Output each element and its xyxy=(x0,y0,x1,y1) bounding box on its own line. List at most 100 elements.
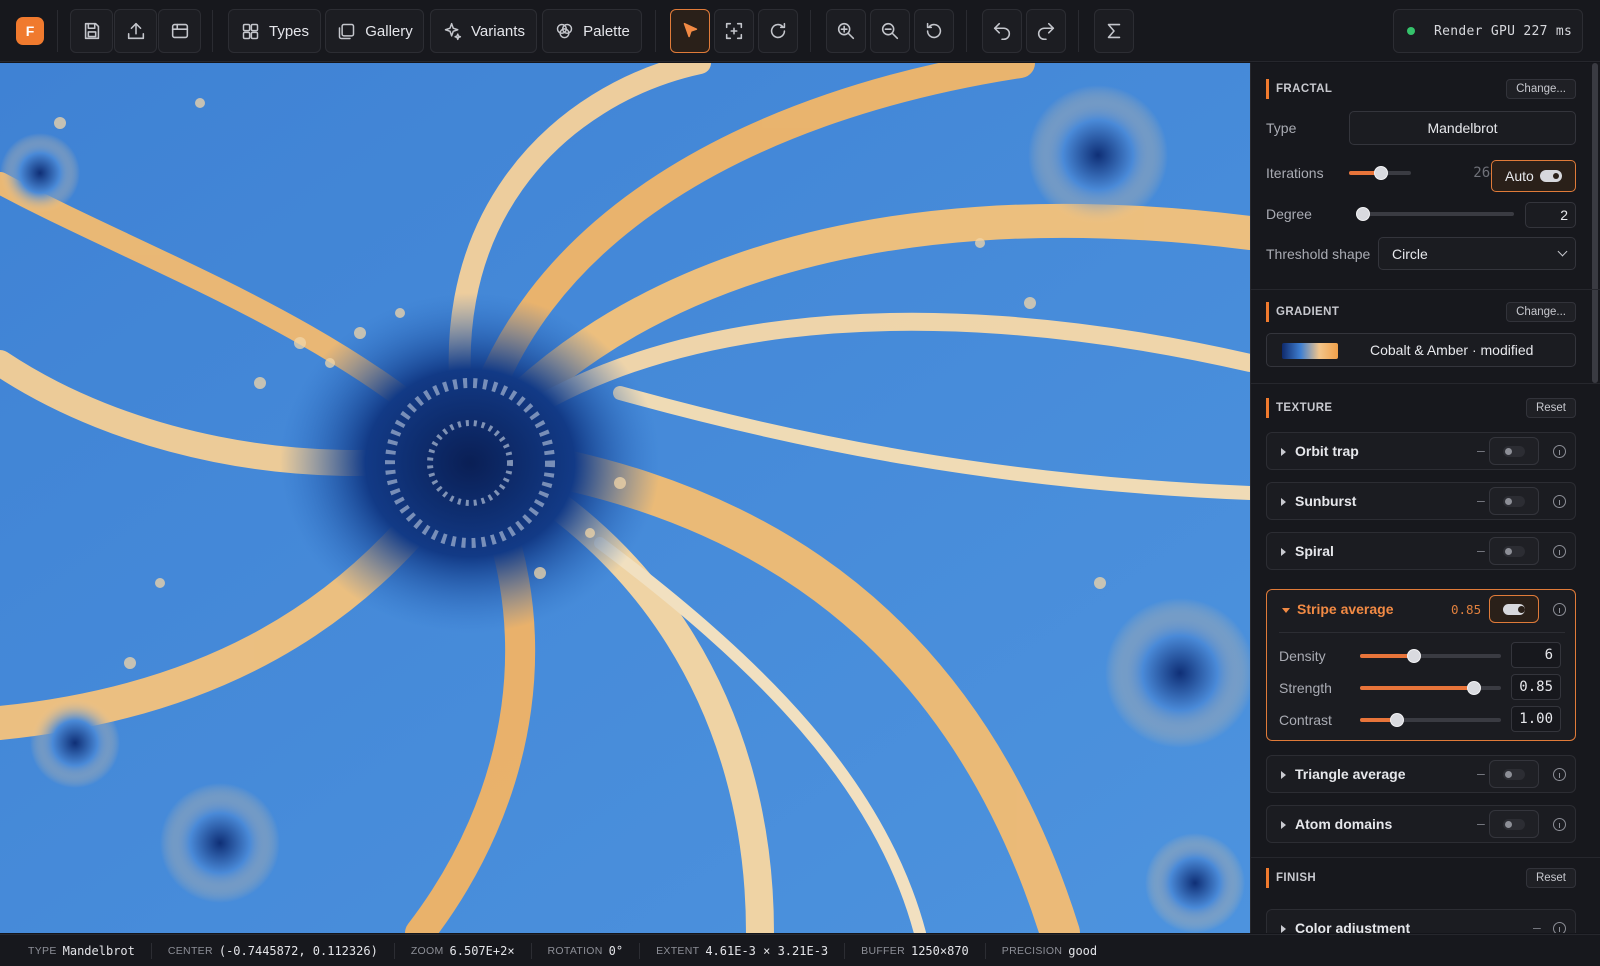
cursor-icon xyxy=(683,22,698,38)
density-slider-knob[interactable] xyxy=(1407,649,1421,663)
refresh-button[interactable] xyxy=(758,9,798,53)
iterations-slider-knob[interactable] xyxy=(1374,166,1388,180)
save-button[interactable] xyxy=(70,9,113,53)
density-input[interactable]: 6 xyxy=(1511,642,1561,668)
texture-item-sunburst[interactable]: Sunburst – xyxy=(1266,482,1576,520)
panel-scrollbar[interactable] xyxy=(1592,63,1598,383)
texture-item-value: – xyxy=(1477,542,1485,558)
degree-label: Degree xyxy=(1266,206,1312,222)
degree-value: 2 xyxy=(1560,207,1568,223)
degree-input[interactable]: 2 xyxy=(1525,202,1576,228)
strength-slider-knob[interactable] xyxy=(1467,681,1481,695)
density-label: Density xyxy=(1279,648,1326,664)
degree-slider-knob[interactable] xyxy=(1356,207,1370,221)
reset-view-button[interactable] xyxy=(914,9,954,53)
info-icon[interactable] xyxy=(1553,545,1566,558)
threshold-shape-label: Threshold shape xyxy=(1266,246,1371,262)
zoom-out-button[interactable] xyxy=(870,9,910,53)
section-divider xyxy=(1251,857,1600,858)
palette-icon xyxy=(556,23,573,38)
gradient-selector[interactable]: Cobalt & Amber · modified xyxy=(1266,333,1576,367)
texture-item-triangle-average[interactable]: Triangle average – xyxy=(1266,755,1576,793)
degree-slider[interactable] xyxy=(1356,207,1514,221)
toolbar-divider xyxy=(810,10,811,52)
gallery-button[interactable]: Gallery xyxy=(325,9,424,53)
undo-button[interactable] xyxy=(982,9,1022,53)
strength-input[interactable]: 0.85 xyxy=(1511,674,1561,700)
info-icon[interactable] xyxy=(1553,603,1566,616)
texture-item-atom-domains[interactable]: Atom domains – xyxy=(1266,805,1576,843)
rotate-ccw-icon xyxy=(926,22,942,39)
contrast-input[interactable]: 1.00 xyxy=(1511,706,1561,732)
strength-slider[interactable] xyxy=(1360,681,1501,695)
palette-button[interactable]: Palette xyxy=(542,9,642,53)
texture-item-orbit-trap[interactable]: Orbit trap – xyxy=(1266,432,1576,470)
stripe-average-value: 0.85 xyxy=(1451,602,1482,617)
type-select[interactable]: Mandelbrot xyxy=(1349,111,1576,145)
info-icon[interactable] xyxy=(1553,445,1566,458)
status-value: good xyxy=(1068,943,1098,958)
info-icon[interactable] xyxy=(1553,922,1566,933)
caret-right-icon xyxy=(1281,448,1286,456)
status-key: PRECISION xyxy=(1001,944,1063,957)
gradient-change-button[interactable]: Change... xyxy=(1506,302,1576,322)
formula-button[interactable] xyxy=(1094,9,1134,53)
status-value: 6.507E+2× xyxy=(449,943,515,958)
toolbar: F Types Gallery Variants Palette Render … xyxy=(0,0,1600,62)
contrast-slider[interactable] xyxy=(1360,713,1501,727)
finish-section-header: FINISH Reset xyxy=(1266,867,1576,889)
upload-icon xyxy=(127,22,144,40)
export-button[interactable] xyxy=(114,9,157,53)
finish-reset-button[interactable]: Reset xyxy=(1525,868,1576,888)
toolbar-divider xyxy=(1078,10,1079,52)
finish-item-color-adjustment[interactable]: Color adjustment – xyxy=(1266,909,1576,933)
redo-icon xyxy=(1037,22,1055,41)
caret-right-icon xyxy=(1281,548,1286,556)
info-icon[interactable] xyxy=(1553,495,1566,508)
sigma-icon xyxy=(1107,23,1121,39)
texture-item-spiral[interactable]: Spiral – xyxy=(1266,532,1576,570)
zoom-region-button[interactable] xyxy=(714,9,754,53)
type-value: Mandelbrot xyxy=(1427,120,1498,136)
properties-panel: FRACTAL Change... Type Mandelbrot Iterat… xyxy=(1250,63,1600,933)
finish-item-value: – xyxy=(1533,919,1541,933)
info-icon[interactable] xyxy=(1553,768,1566,781)
status-value: Mandelbrot xyxy=(62,943,135,958)
select-tool-button[interactable] xyxy=(670,9,710,53)
stripe-average-toggle[interactable] xyxy=(1489,595,1539,623)
info-icon[interactable] xyxy=(1553,818,1566,831)
texture-reset-button[interactable]: Reset xyxy=(1525,398,1576,418)
types-label: Types xyxy=(268,22,310,40)
status-value: 1250×870 xyxy=(910,943,969,958)
fractal-change-button[interactable]: Change... xyxy=(1506,79,1576,99)
density-slider[interactable] xyxy=(1360,649,1501,663)
gallery-label: Gallery xyxy=(365,22,413,40)
layout-button[interactable] xyxy=(158,9,201,53)
sunburst-toggle[interactable] xyxy=(1489,487,1539,515)
render-status-badge: Render GPU 227 ms xyxy=(1393,9,1583,53)
zoom-in-button[interactable] xyxy=(826,9,866,53)
spiral-toggle[interactable] xyxy=(1489,537,1539,565)
redo-button[interactable] xyxy=(1026,9,1066,53)
types-button[interactable]: Types xyxy=(228,9,321,53)
atom-domains-toggle[interactable] xyxy=(1489,810,1539,838)
variants-button[interactable]: Variants xyxy=(430,9,537,53)
threshold-shape-select[interactable]: Circle xyxy=(1378,237,1576,270)
threshold-shape-value: Circle xyxy=(1392,245,1428,262)
texture-item-value: – xyxy=(1477,492,1485,508)
fractal-canvas[interactable] xyxy=(0,63,1250,933)
iterations-slider[interactable] xyxy=(1349,166,1411,180)
status-key: ROTATION xyxy=(547,944,603,957)
contrast-slider-knob[interactable] xyxy=(1390,713,1404,727)
auto-toggle-button[interactable]: Auto xyxy=(1491,160,1576,192)
window-icon xyxy=(171,23,188,39)
texture-item-value: – xyxy=(1477,815,1485,831)
triangle-average-toggle[interactable] xyxy=(1489,760,1539,788)
zoom-out-icon xyxy=(881,22,899,40)
status-key: ZOOM xyxy=(410,944,444,957)
orbit-trap-toggle[interactable] xyxy=(1489,437,1539,465)
status-key: EXTENT xyxy=(656,944,700,957)
texture-item-stripe-average[interactable]: Stripe average 0.85 Density 6 Strength 0… xyxy=(1266,589,1576,741)
caret-right-icon xyxy=(1281,498,1286,506)
status-dot xyxy=(1407,27,1415,35)
